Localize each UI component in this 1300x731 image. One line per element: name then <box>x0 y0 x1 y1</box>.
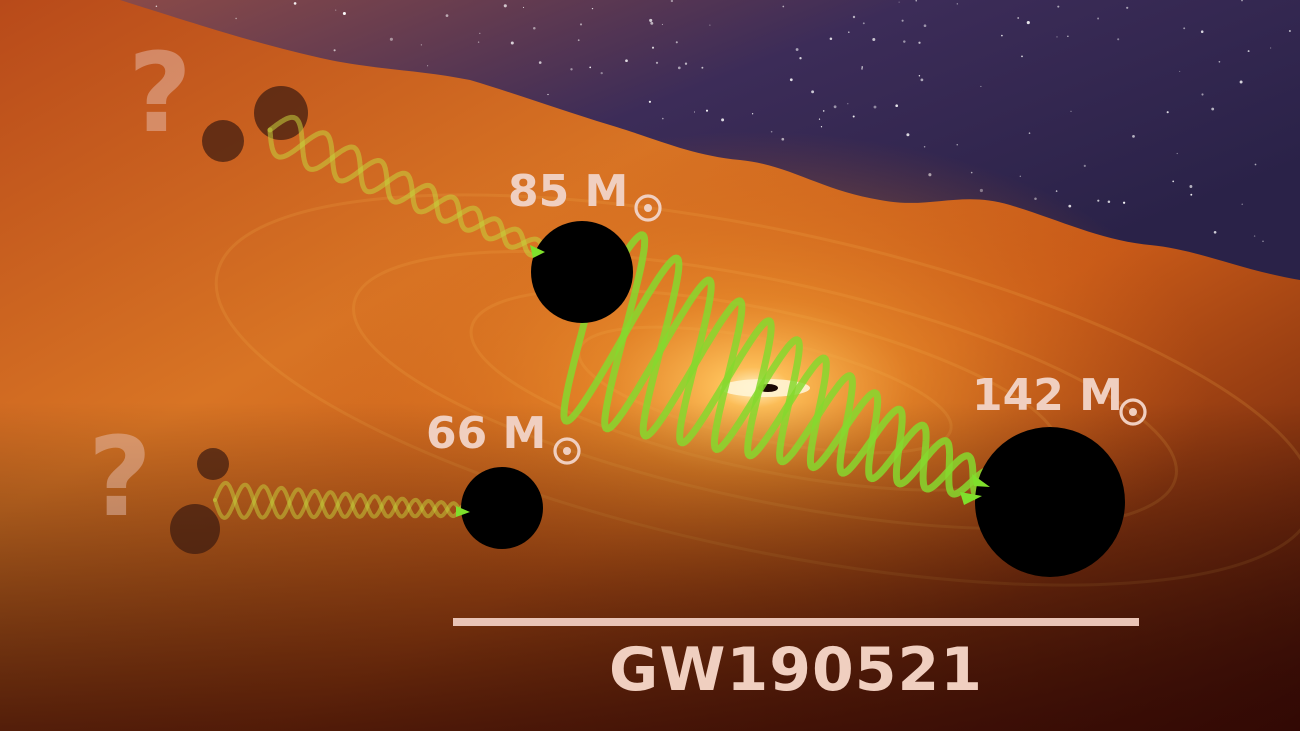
question-mark-top: ? <box>128 29 192 157</box>
mass-label-142-text: 142 M <box>972 370 1123 421</box>
black-hole-66 <box>461 467 543 549</box>
black-hole-142 <box>975 427 1125 577</box>
mass-label-85-text: 85 M <box>508 166 629 217</box>
solar-mass-icon <box>553 437 581 465</box>
mass-label-66-text: 66 M <box>426 408 547 459</box>
solar-mass-icon <box>634 194 662 222</box>
faded-sphere <box>197 448 229 480</box>
mass-label-142: 142 M <box>972 374 1123 418</box>
mass-label-85: 85 M <box>508 170 628 214</box>
event-name: GW190521 <box>609 635 983 705</box>
illustration-stage: ? ? 85 M 66 M 142 M GW190521 <box>0 0 1300 731</box>
solar-mass-icon <box>1119 398 1147 426</box>
question-mark-bottom: ? <box>88 413 152 541</box>
mass-label-66: 66 M <box>426 412 546 456</box>
event-underline <box>453 618 1139 626</box>
black-hole-85 <box>531 221 633 323</box>
faded-sphere <box>202 120 244 162</box>
faded-sphere <box>170 504 220 554</box>
